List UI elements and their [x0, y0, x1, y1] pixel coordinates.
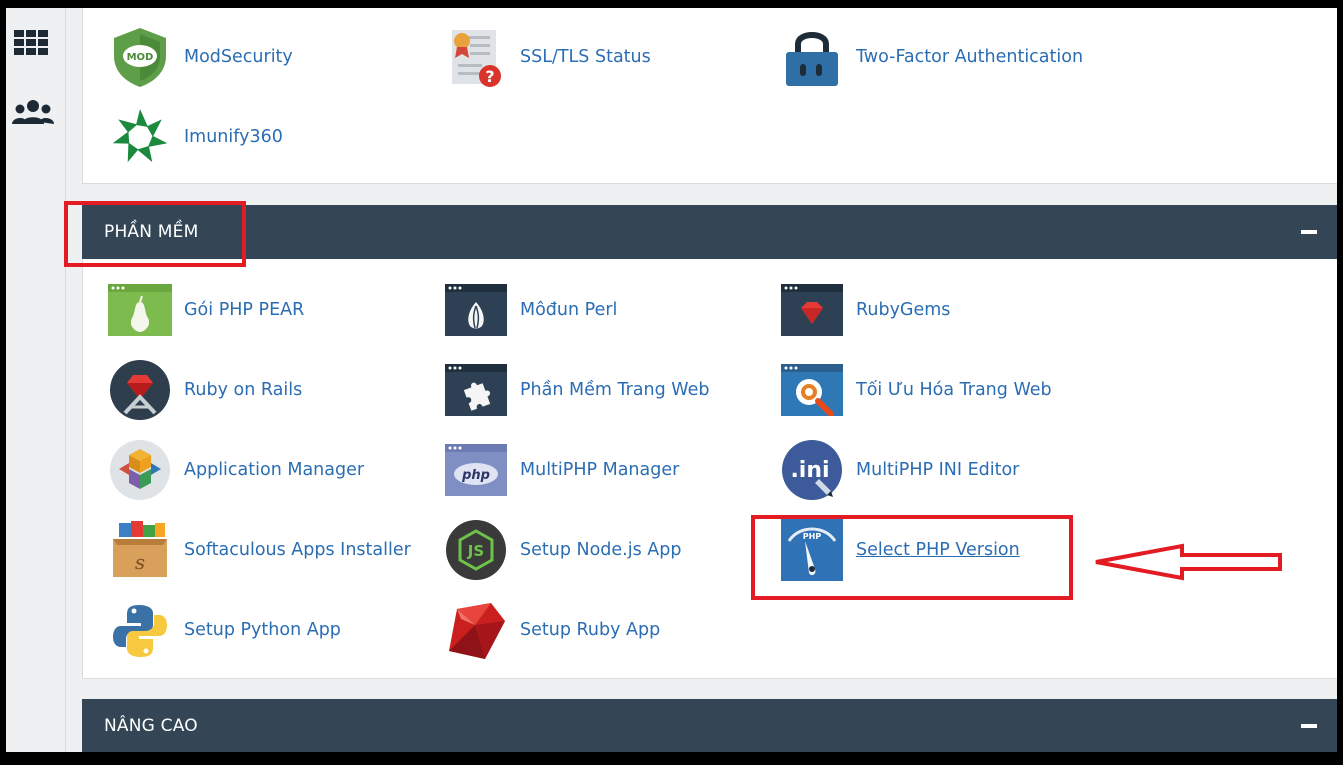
php-pear-label: Gói PHP PEAR — [184, 300, 305, 320]
setup-nodejs-label: Setup Node.js App — [520, 540, 682, 560]
application-manager-label: Application Manager — [184, 460, 365, 480]
two-factor-authentication-link[interactable]: Two-Factor Authentication — [780, 25, 1083, 89]
svg-text:.ini: .ini — [790, 458, 829, 483]
python-icon — [108, 598, 172, 662]
puzzle-icon — [444, 358, 508, 422]
modsecurity-shield-icon: MOD — [108, 25, 172, 89]
softaculous-label: Softaculous Apps Installer — [184, 540, 411, 560]
svg-text:php: php — [461, 468, 490, 483]
softaculous-box-icon: s — [108, 518, 172, 582]
software-section-header[interactable]: PHẦN MỀM — [82, 205, 1337, 259]
main-content: MOD ModSecurity ? SSL/TLS Status Two-Fac… — [64, 8, 1337, 752]
perl-modules-link[interactable]: Môđun Perl — [444, 278, 617, 342]
svg-text:s: s — [135, 550, 145, 574]
collapse-icon[interactable] — [1301, 230, 1317, 234]
advanced-section-title: NÂNG CAO — [104, 716, 198, 736]
multiphp-ini-editor-link[interactable]: .ini MultiPHP INI Editor — [780, 438, 1019, 502]
multiphp-manager-label: MultiPHP Manager — [520, 460, 680, 480]
rubygems-label: RubyGems — [856, 300, 951, 320]
ruby-on-rails-link[interactable]: Ruby on Rails — [108, 358, 302, 422]
multiphp-ini-editor-label: MultiPHP INI Editor — [856, 460, 1020, 480]
php-pear-link[interactable]: Gói PHP PEAR — [108, 278, 304, 342]
ini-editor-icon: .ini — [780, 438, 844, 502]
left-sidebar — [6, 8, 66, 752]
rubygems-link[interactable]: RubyGems — [780, 278, 950, 342]
modsecurity-link[interactable]: MOD ModSecurity — [108, 25, 293, 89]
multiphp-manager-link[interactable]: php MultiPHP Manager — [444, 438, 679, 502]
apps-grid-icon[interactable] — [14, 28, 54, 58]
advanced-section-header[interactable]: NÂNG CAO — [82, 699, 1337, 752]
collapse-icon[interactable] — [1301, 724, 1317, 728]
site-optimization-link[interactable]: Tối Ưu Hóa Trang Web — [780, 358, 1052, 422]
php-window-icon: php — [444, 438, 508, 502]
imunify360-label: Imunify360 — [184, 127, 283, 147]
ruby-icon — [444, 598, 508, 662]
certificate-status-icon: ? — [444, 25, 508, 89]
svg-text:MOD: MOD — [127, 52, 154, 63]
rails-icon — [108, 358, 172, 422]
site-optimization-label: Tối Ưu Hóa Trang Web — [856, 380, 1052, 400]
imunify-star-icon — [108, 105, 172, 169]
ruby-gem-icon — [780, 278, 844, 342]
svg-text:JS: JS — [467, 542, 484, 560]
ruby-on-rails-label: Ruby on Rails — [184, 380, 303, 400]
setup-nodejs-link[interactable]: JS Setup Node.js App — [444, 518, 681, 582]
application-manager-link[interactable]: Application Manager — [108, 438, 364, 502]
pear-icon — [108, 278, 172, 342]
setup-python-link[interactable]: Setup Python App — [108, 598, 341, 662]
app-cubes-icon — [108, 438, 172, 502]
imunify360-link[interactable]: Imunify360 — [108, 105, 283, 169]
setup-ruby-label: Setup Ruby App — [520, 620, 661, 640]
padlock-icon — [780, 25, 844, 89]
users-icon[interactable] — [10, 98, 54, 128]
nodejs-icon: JS — [444, 518, 508, 582]
optimize-magnifier-icon — [780, 358, 844, 422]
annotation-arrow — [1095, 543, 1282, 581]
select-php-version-highlight — [751, 515, 1073, 600]
ssl-tls-status-label: SSL/TLS Status — [520, 47, 651, 67]
setup-ruby-link[interactable]: Setup Ruby App — [444, 598, 660, 662]
setup-python-label: Setup Python App — [184, 620, 341, 640]
perl-onion-icon — [444, 278, 508, 342]
section-title-highlight — [64, 201, 246, 267]
ssl-tls-status-link[interactable]: ? SSL/TLS Status — [444, 25, 651, 89]
modsecurity-label: ModSecurity — [184, 47, 293, 67]
two-factor-authentication-label: Two-Factor Authentication — [856, 47, 1084, 67]
site-software-link[interactable]: Phần Mềm Trang Web — [444, 358, 709, 422]
site-software-label: Phần Mềm Trang Web — [520, 380, 710, 400]
softaculous-link[interactable]: s Softaculous Apps Installer — [108, 518, 411, 582]
cpanel-window: MOD ModSecurity ? SSL/TLS Status Two-Fac… — [6, 8, 1337, 752]
perl-modules-label: Môđun Perl — [520, 300, 618, 320]
svg-text:?: ? — [485, 67, 494, 86]
